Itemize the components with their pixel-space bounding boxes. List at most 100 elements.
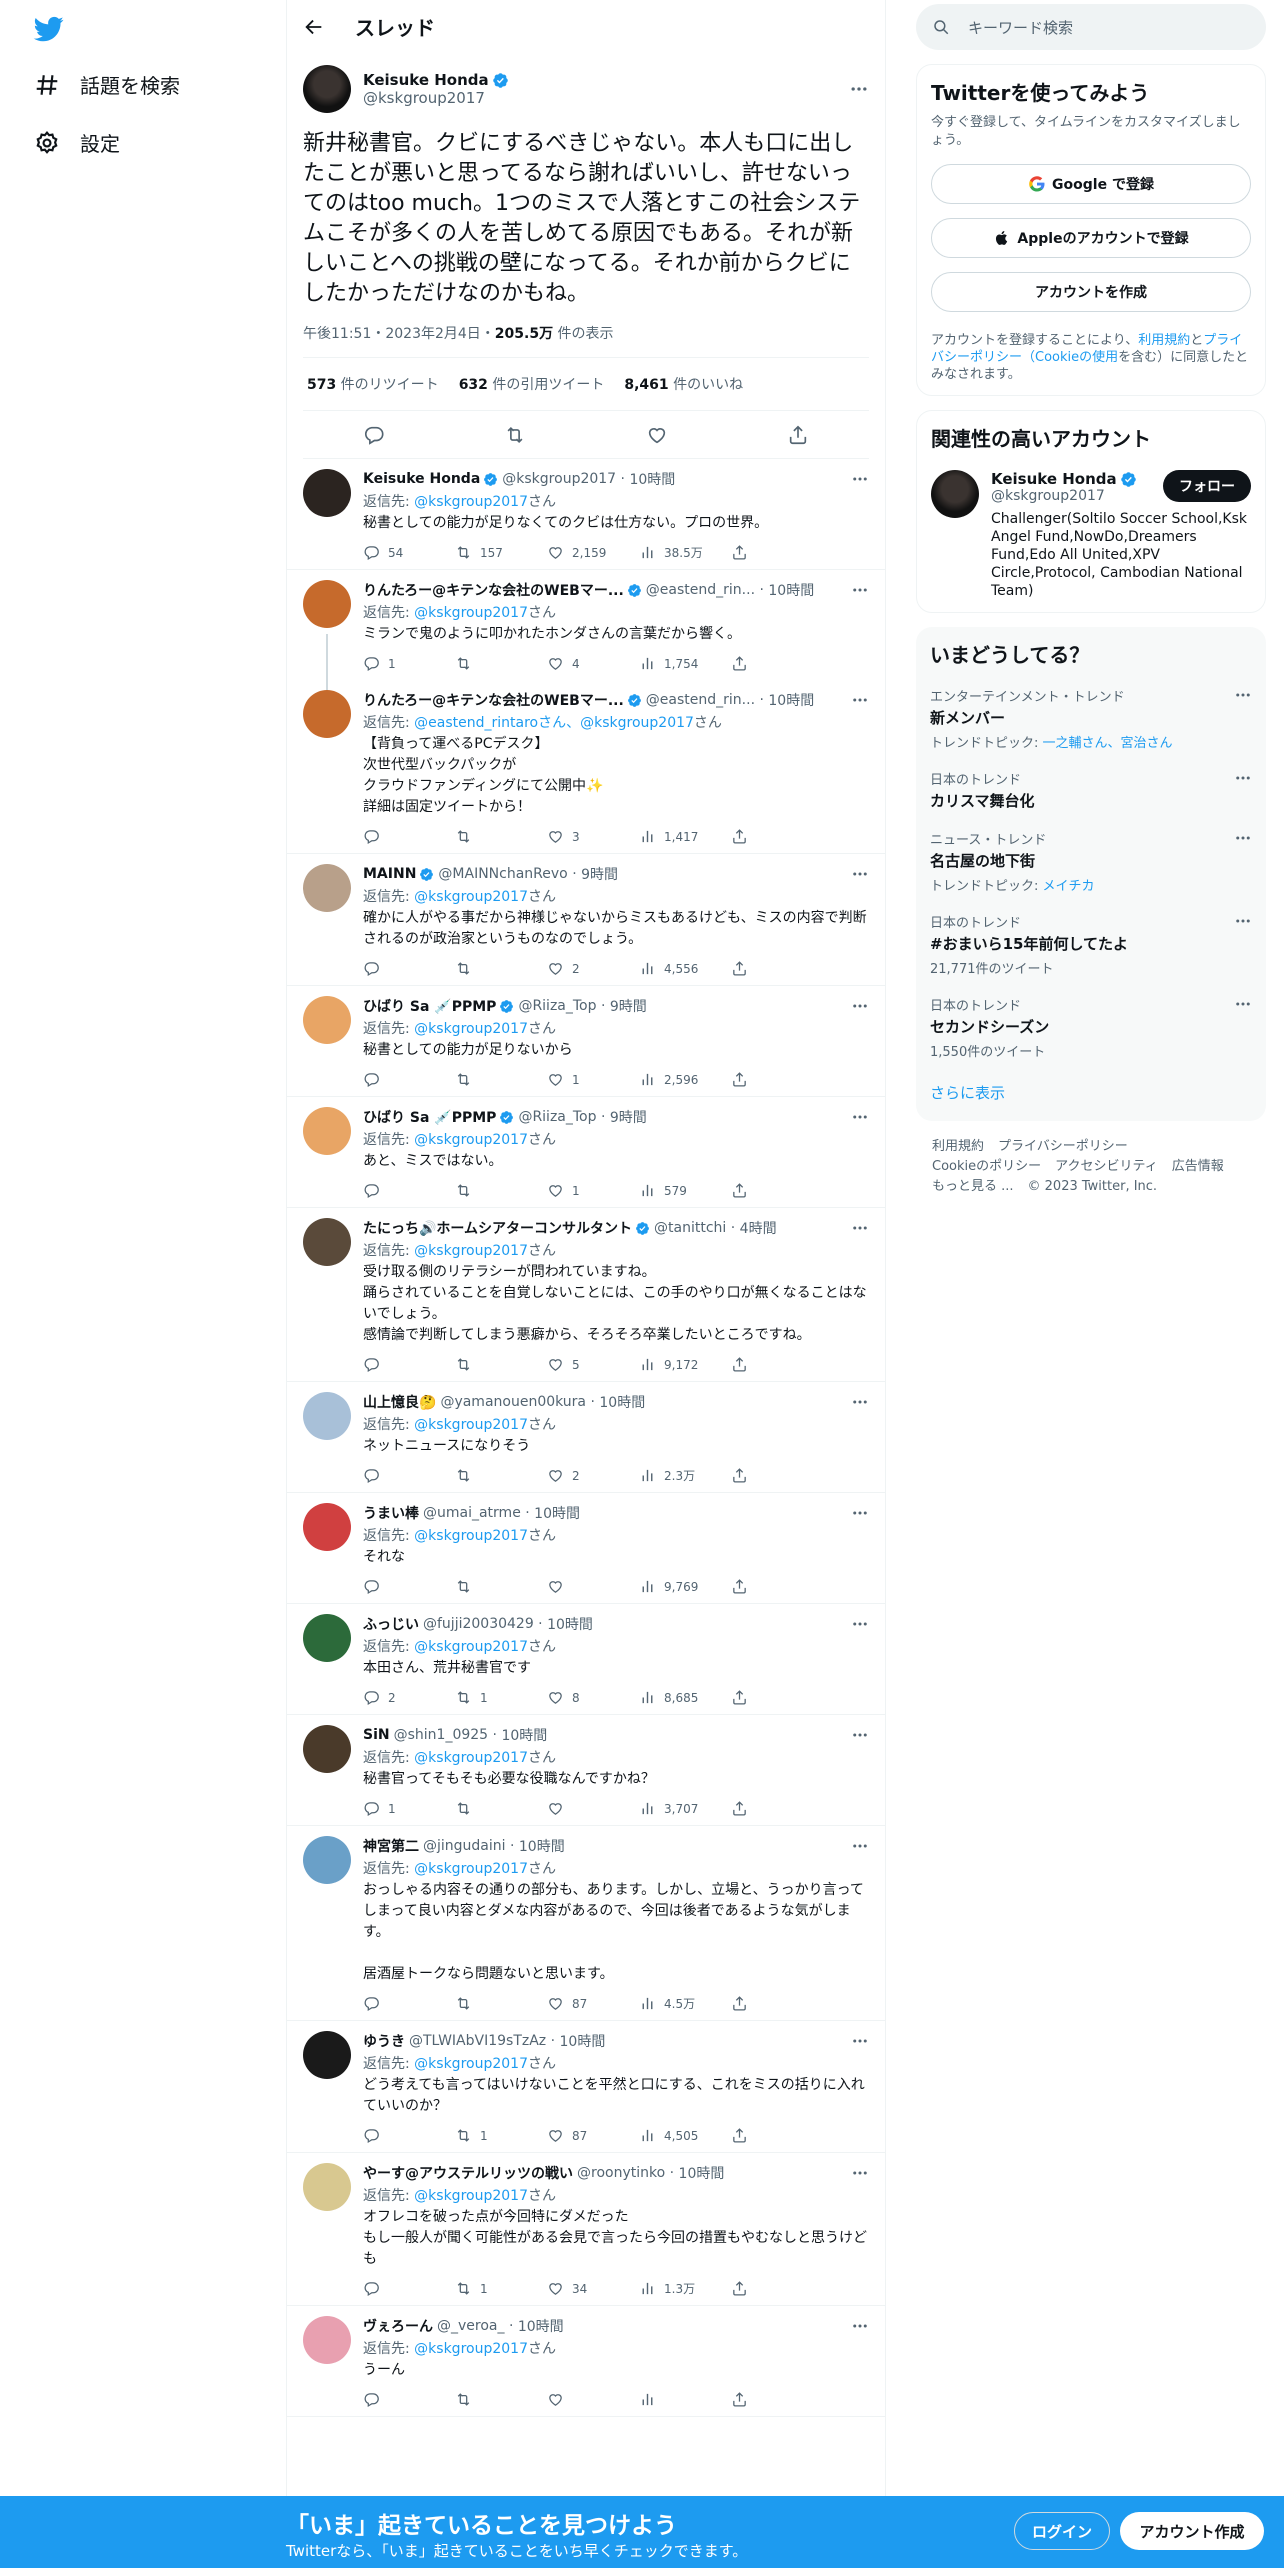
like-action[interactable]: 34 bbox=[547, 2280, 639, 2297]
reply-action[interactable] bbox=[363, 960, 455, 977]
retweet-action[interactable] bbox=[455, 1800, 547, 1817]
trend-item[interactable]: 日本のトレンド セカンドシーズン 1,550件のツイート bbox=[930, 995, 1252, 1060]
avatar[interactable] bbox=[931, 470, 979, 518]
reply-tweet[interactable]: たにっち🔊ホームシアターコンサルタント @tanittchi · 4時間 返信先… bbox=[287, 1208, 885, 1382]
views-action[interactable]: 579 bbox=[639, 1182, 731, 1199]
related-handle[interactable]: @kskgroup2017 bbox=[991, 488, 1137, 504]
reply-action[interactable]: 1 bbox=[363, 655, 455, 672]
retweet-action[interactable] bbox=[455, 655, 547, 672]
retweet-action[interactable] bbox=[455, 1071, 547, 1088]
reply-action[interactable] bbox=[363, 828, 455, 845]
reply-tweet[interactable]: SiN @shin1_0925 · 10時間 返信先: @kskgroup201… bbox=[287, 1715, 885, 1826]
more-options-icon[interactable] bbox=[851, 2032, 869, 2050]
follow-button[interactable]: フォロー bbox=[1163, 470, 1251, 502]
reply-author-handle[interactable]: @Riiza_Top bbox=[518, 998, 596, 1014]
avatar[interactable] bbox=[303, 690, 351, 738]
reply-author-handle[interactable]: @shin1_0925 bbox=[394, 1727, 488, 1743]
reply-author-name[interactable]: ひばり Sa 💉PPMP bbox=[363, 1107, 496, 1127]
reply-to-handle[interactable]: @kskgroup2017 bbox=[414, 1417, 528, 1433]
reply-author-name[interactable]: りんたろー@キテンな会社のWEBマー... bbox=[363, 690, 624, 710]
retweet-action[interactable] bbox=[455, 828, 547, 845]
reply-tweet[interactable]: うまい棒 @umai_atrme · 10時間 返信先: @kskgroup20… bbox=[287, 1493, 885, 1604]
share-action[interactable] bbox=[731, 1800, 823, 1817]
more-options-icon[interactable] bbox=[851, 2317, 869, 2335]
related-account[interactable]: Keisuke Honda @kskgroup2017 フォロー Challen… bbox=[931, 470, 1251, 600]
share-action[interactable] bbox=[731, 1689, 823, 1706]
views-action[interactable]: 2,596 bbox=[639, 1071, 731, 1088]
views-action[interactable]: 4.5万 bbox=[639, 1995, 731, 2012]
like-action[interactable]: 1 bbox=[547, 1071, 639, 1088]
views-action[interactable]: 9,172 bbox=[639, 1356, 731, 1373]
reply-author-handle[interactable]: @MAINNchanRevo bbox=[438, 866, 567, 882]
reply-author-name[interactable]: 山上憶良🤔 bbox=[363, 1392, 436, 1412]
retweet-icon[interactable] bbox=[504, 424, 526, 446]
reply-time[interactable]: 4時間 bbox=[740, 1218, 777, 1238]
retweet-action[interactable]: 1 bbox=[455, 2127, 547, 2144]
views-action[interactable]: 4,556 bbox=[639, 960, 731, 977]
avatar[interactable] bbox=[303, 2031, 351, 2079]
avatar[interactable] bbox=[303, 2163, 351, 2211]
share-icon[interactable] bbox=[787, 424, 809, 446]
footer-more[interactable]: もっと見る ... bbox=[932, 1179, 1014, 1194]
like-action[interactable]: 5 bbox=[547, 1356, 639, 1373]
retweet-stat[interactable]: 573 件のリツイート bbox=[307, 374, 439, 394]
reply-action[interactable] bbox=[363, 1995, 455, 2012]
reply-tweet[interactable]: ふっじい @fujji20030429 · 10時間 返信先: @kskgrou… bbox=[287, 1604, 885, 1715]
share-action[interactable] bbox=[731, 1995, 823, 2012]
like-action[interactable] bbox=[547, 2391, 639, 2408]
nav-explore[interactable]: 話題を検索 bbox=[34, 70, 180, 99]
footer-ads[interactable]: 広告情報 bbox=[1172, 1159, 1224, 1174]
reply-time[interactable]: 10時間 bbox=[501, 1725, 547, 1745]
avatar[interactable] bbox=[303, 580, 351, 628]
reply-tweet[interactable]: ヴぇろーん @_veroa_ · 10時間 返信先: @kskgroup2017… bbox=[287, 2306, 885, 2417]
trend-sub-link[interactable]: 一之輔さん、宮治さん bbox=[1043, 736, 1173, 751]
retweet-action[interactable]: 1 bbox=[455, 2280, 547, 2297]
like-action[interactable]: 3 bbox=[547, 828, 639, 845]
reply-to-handle[interactable]: @kskgroup2017 bbox=[414, 1750, 528, 1766]
tweet-time[interactable]: 午後11:51・2023年2月4日・ bbox=[303, 326, 495, 342]
reply-author-name[interactable]: 神宮第二 bbox=[363, 1836, 419, 1856]
share-action[interactable] bbox=[731, 1578, 823, 1595]
views-action[interactable]: 1,417 bbox=[639, 828, 731, 845]
share-action[interactable] bbox=[731, 544, 823, 561]
reply-author-name[interactable]: ヴぇろーん bbox=[363, 2316, 433, 2336]
footer-terms[interactable]: 利用規約 bbox=[932, 1139, 984, 1154]
reply-time[interactable]: 9時間 bbox=[610, 996, 647, 1016]
retweet-action[interactable] bbox=[455, 1995, 547, 2012]
reply-time[interactable]: 10時間 bbox=[679, 2163, 725, 2183]
retweet-action[interactable] bbox=[455, 1356, 547, 1373]
reply-time[interactable]: 10時間 bbox=[560, 2031, 606, 2051]
share-action[interactable] bbox=[731, 1071, 823, 1088]
share-action[interactable] bbox=[731, 2127, 823, 2144]
reply-author-name[interactable]: りんたろー@キテンな会社のWEBマー... bbox=[363, 580, 624, 600]
reply-tweet[interactable]: 神宮第二 @jingudaini · 10時間 返信先: @kskgroup20… bbox=[287, 1826, 885, 2021]
reply-author-handle[interactable]: @roonytinko bbox=[577, 2165, 665, 2181]
back-arrow-icon[interactable] bbox=[303, 16, 325, 38]
views-action[interactable]: 8,685 bbox=[639, 1689, 731, 1706]
more-options-icon[interactable] bbox=[851, 1726, 869, 1744]
views-action[interactable]: 9,769 bbox=[639, 1578, 731, 1595]
share-action[interactable] bbox=[731, 960, 823, 977]
reply-time[interactable]: 10時間 bbox=[519, 1836, 565, 1856]
views-action[interactable] bbox=[639, 2391, 731, 2408]
reply-time[interactable]: 10時間 bbox=[768, 690, 814, 710]
share-action[interactable] bbox=[731, 1356, 823, 1373]
more-options-icon[interactable] bbox=[851, 865, 869, 883]
reply-time[interactable]: 10時間 bbox=[768, 580, 814, 600]
more-options-icon[interactable] bbox=[1234, 686, 1252, 704]
reply-author-name[interactable]: MAINN bbox=[363, 866, 416, 882]
retweet-action[interactable]: 157 bbox=[455, 544, 547, 561]
create-account-button[interactable]: アカウントを作成 bbox=[931, 272, 1251, 312]
reply-author-handle[interactable]: @eastend_rin... bbox=[646, 692, 755, 708]
more-options-icon[interactable] bbox=[851, 1615, 869, 1633]
trend-item[interactable]: エンターテインメント・トレンド 新メンバー トレンドトピック: 一之輔さん、宮治… bbox=[930, 686, 1252, 751]
reply-tweet[interactable]: ひばり Sa 💉PPMP @Riiza_Top · 9時間 返信先: @kskg… bbox=[287, 1097, 885, 1208]
reply-action[interactable] bbox=[363, 1356, 455, 1373]
views-action[interactable]: 1.3万 bbox=[639, 2280, 731, 2297]
more-options-icon[interactable] bbox=[1234, 769, 1252, 787]
reply-time[interactable]: 9時間 bbox=[610, 1107, 647, 1127]
share-action[interactable] bbox=[731, 1182, 823, 1199]
share-action[interactable] bbox=[731, 1467, 823, 1484]
reply-author-name[interactable]: ひばり Sa 💉PPMP bbox=[363, 996, 496, 1016]
reply-author-handle[interactable]: @TLWIAbVI19sTzAz bbox=[409, 2033, 546, 2049]
